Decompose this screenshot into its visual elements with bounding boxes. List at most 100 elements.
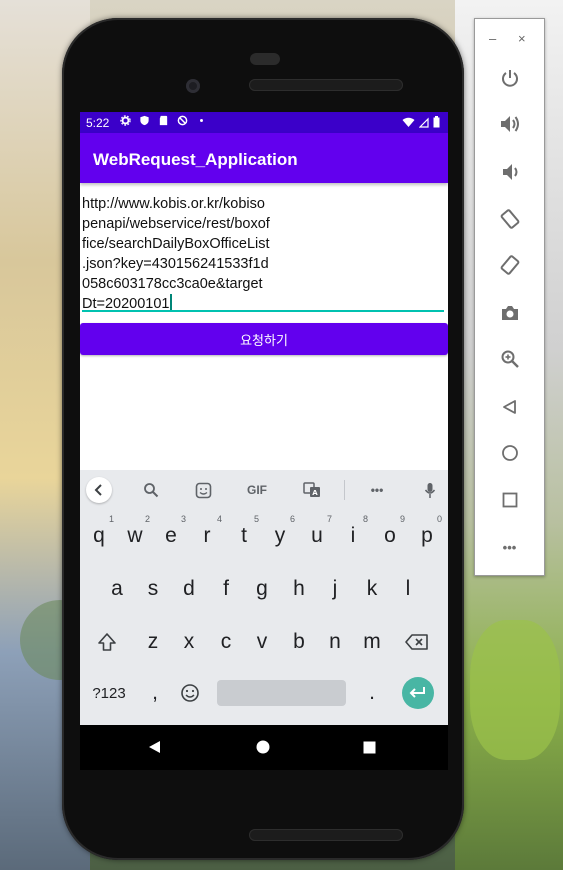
toolbar-divider [344, 480, 345, 500]
key-z[interactable]: z [136, 622, 170, 662]
emulator-home-button[interactable] [475, 442, 544, 464]
key-label: q [93, 524, 105, 547]
request-button[interactable]: 요청하기 [80, 323, 448, 355]
backspace-key[interactable] [400, 622, 434, 662]
key-t[interactable]: t5 [227, 514, 261, 556]
settings-icon [120, 115, 131, 126]
key-n[interactable]: n [318, 622, 352, 662]
emoji-key[interactable] [173, 673, 207, 713]
zoom-button[interactable] [475, 348, 544, 370]
key-c[interactable]: c [209, 622, 243, 662]
rotate-right-icon [500, 255, 519, 275]
nav-recents-button[interactable] [359, 737, 379, 757]
chevron-left-icon [94, 484, 102, 496]
soft-keyboard: GIF A ••• q1 w2 e3 r4 t5 y6 u7 i8 o9 p0 … [80, 470, 448, 725]
enter-arrow-icon [409, 687, 425, 698]
screenshot-button[interactable] [475, 302, 544, 324]
symbols-key[interactable]: ?123 [86, 673, 132, 713]
battery-icon [433, 116, 440, 128]
overview-square-icon [502, 492, 517, 508]
keyboard-voice-button[interactable] [418, 478, 442, 502]
key-h[interactable]: h [282, 569, 316, 609]
sticker-icon [195, 482, 211, 498]
rotate-right-button[interactable] [475, 253, 544, 277]
recents-square-icon [363, 741, 375, 753]
key-hint: 5 [253, 514, 259, 524]
key-v[interactable]: v [245, 622, 279, 662]
period-key[interactable]: . [355, 673, 389, 713]
svg-text:A: A [312, 489, 318, 497]
home-circle-outline-icon [501, 445, 518, 461]
key-m[interactable]: m [355, 622, 389, 662]
key-hint: 0 [436, 514, 442, 524]
key-g[interactable]: g [245, 569, 279, 609]
key-w[interactable]: w2 [118, 514, 152, 556]
keyboard-sticker-button[interactable] [191, 478, 215, 502]
key-o[interactable]: o9 [373, 514, 407, 556]
url-input[interactable]: http://www.kobis.or.kr/kobiso penapi/web… [82, 194, 442, 312]
wallpaper-shape [470, 620, 560, 760]
volume-up-button[interactable] [475, 113, 544, 135]
shift-icon [98, 633, 116, 651]
keyboard-translate-button[interactable]: A [300, 478, 324, 502]
close-button[interactable]: × [518, 31, 526, 46]
key-label: e [165, 524, 177, 547]
key-r[interactable]: r4 [190, 514, 224, 556]
key-hint: 6 [289, 514, 295, 524]
no-disturb-icon [177, 115, 188, 126]
key-hint: 1 [108, 514, 114, 524]
earpiece [250, 53, 280, 65]
more-options-button[interactable]: ••• [475, 537, 544, 557]
key-d[interactable]: d [172, 569, 206, 609]
key-k[interactable]: k [355, 569, 389, 609]
rotate-left-button[interactable] [475, 207, 544, 231]
bottom-speaker [249, 829, 403, 841]
front-camera [186, 79, 200, 93]
key-q[interactable]: q1 [82, 514, 116, 556]
app-title: WebRequest_Application [93, 150, 298, 169]
key-p[interactable]: p0 [410, 514, 444, 556]
keyboard-gif-button[interactable]: GIF [242, 478, 272, 502]
key-hint: 2 [144, 514, 150, 524]
minimize-button[interactable]: – [489, 31, 496, 46]
key-label: o [384, 524, 396, 547]
nav-back-button[interactable] [145, 737, 165, 757]
keyboard-toolbar: GIF A ••• [80, 470, 448, 510]
keyboard-search-button[interactable] [139, 478, 163, 502]
key-b[interactable]: b [282, 622, 316, 662]
key-f[interactable]: f [209, 569, 243, 609]
back-triangle-outline-icon [502, 400, 516, 414]
text-cursor [170, 294, 173, 311]
power-button[interactable] [475, 67, 544, 89]
emoji-icon [181, 684, 199, 702]
space-key[interactable] [217, 680, 346, 706]
emulator-overview-button[interactable] [475, 489, 544, 511]
comma-key[interactable]: , [138, 673, 172, 713]
url-input-line: .json?key=430156241533f1d [82, 256, 269, 272]
key-label: p [421, 524, 433, 547]
key-l[interactable]: l [391, 569, 425, 609]
emulator-back-button[interactable] [475, 396, 544, 418]
keyboard-more-button[interactable]: ••• [364, 478, 390, 502]
key-x[interactable]: x [172, 622, 206, 662]
key-hint: 9 [399, 514, 405, 524]
shift-key[interactable] [90, 622, 124, 662]
home-circle-icon [256, 740, 270, 754]
keyboard-collapse-button[interactable] [86, 477, 112, 503]
enter-key[interactable] [402, 677, 434, 709]
key-a[interactable]: a [100, 569, 134, 609]
microphone-icon [424, 482, 436, 498]
key-i[interactable]: i8 [336, 514, 370, 556]
key-u[interactable]: u7 [300, 514, 334, 556]
emulator-side-panel: – × ••• [474, 18, 545, 576]
volume-down-button[interactable] [475, 161, 544, 183]
key-e[interactable]: e3 [154, 514, 188, 556]
key-y[interactable]: y6 [263, 514, 297, 556]
power-icon [501, 70, 518, 87]
key-j[interactable]: j [318, 569, 352, 609]
url-input-line: penapi/webservice/rest/boxof [82, 216, 270, 232]
rotate-left-icon [500, 209, 519, 229]
nav-home-button[interactable] [253, 737, 273, 757]
shield-icon [140, 115, 149, 126]
key-s[interactable]: s [136, 569, 170, 609]
